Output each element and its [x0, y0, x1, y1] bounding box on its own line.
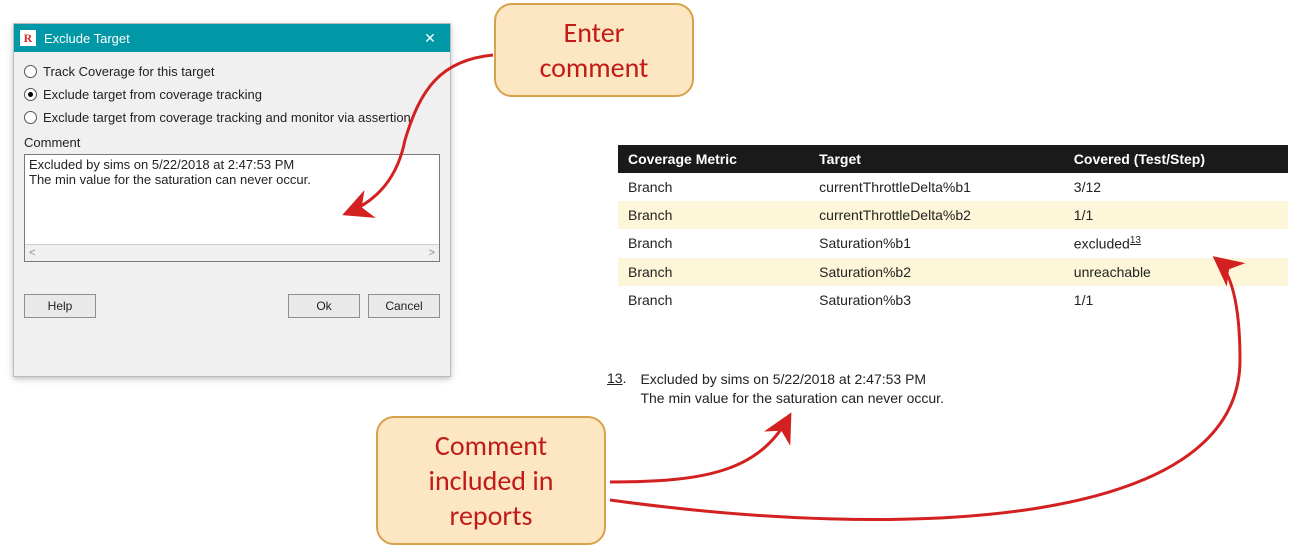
- radio-label: Exclude target from coverage tracking an…: [43, 110, 411, 125]
- cancel-button[interactable]: Cancel: [368, 294, 440, 318]
- cell-target: Saturation%b2: [809, 258, 1064, 286]
- callout-text: Comment included in reports: [429, 428, 554, 533]
- cell-metric: Branch: [618, 258, 809, 286]
- table-header-row: Coverage Metric Target Covered (Test/Ste…: [618, 145, 1288, 173]
- dialog-titlebar: R Exclude Target ✕: [14, 24, 450, 52]
- scroll-left-icon[interactable]: <: [29, 245, 35, 261]
- comment-textarea[interactable]: Excluded by sims on 5/22/2018 at 2:47:53…: [24, 154, 440, 262]
- radio-icon: [24, 65, 37, 78]
- comment-label: Comment: [24, 135, 440, 150]
- callout-enter-comment: Enter comment: [494, 3, 694, 97]
- callout-text: Enter comment: [540, 15, 649, 85]
- covered-value: excluded: [1074, 236, 1130, 252]
- table-row: Branch Saturation%b2 unreachable: [618, 258, 1288, 286]
- comment-line: Excluded by sims on 5/22/2018 at 2:47:53…: [29, 157, 435, 172]
- cell-target: currentThrottleDelta%b1: [809, 173, 1064, 201]
- coverage-report: Coverage Metric Target Covered (Test/Ste…: [618, 145, 1288, 314]
- col-covered: Covered (Test/Step): [1064, 145, 1288, 173]
- footnote-line: Excluded by sims on 5/22/2018 at 2:47:53…: [640, 370, 944, 389]
- ok-button[interactable]: Ok: [288, 294, 360, 318]
- coverage-table: Coverage Metric Target Covered (Test/Ste…: [618, 145, 1288, 314]
- radio-label: Exclude target from coverage tracking: [43, 87, 262, 102]
- radio-icon: [24, 111, 37, 124]
- footnote-text: Excluded by sims on 5/22/2018 at 2:47:53…: [640, 370, 944, 408]
- button-spacer: [104, 294, 280, 318]
- cell-covered: 1/1: [1064, 201, 1288, 229]
- radio-exclude-target[interactable]: Exclude target from coverage tracking: [24, 83, 440, 106]
- cell-covered: 1/1: [1064, 286, 1288, 314]
- help-button[interactable]: Help: [24, 294, 96, 318]
- callout-comment-in-reports: Comment included in reports: [376, 416, 606, 545]
- radio-track-coverage[interactable]: Track Coverage for this target: [24, 60, 440, 83]
- footnote-ref[interactable]: 13: [1130, 235, 1141, 246]
- comment-line: The min value for the saturation can nev…: [29, 172, 435, 187]
- close-icon[interactable]: ✕: [416, 30, 444, 47]
- table-row: Branch Saturation%b3 1/1: [618, 286, 1288, 314]
- cell-metric: Branch: [618, 173, 809, 201]
- cell-covered: unreachable: [1064, 258, 1288, 286]
- footnote-number: 13.: [607, 370, 626, 408]
- radio-icon: [24, 88, 37, 101]
- dialog-title: Exclude Target: [44, 31, 416, 46]
- arrow-included-to-footnote: [610, 415, 790, 482]
- footnote-line: The min value for the saturation can nev…: [640, 389, 944, 408]
- table-row: Branch Saturation%b1 excluded13: [618, 229, 1288, 258]
- cell-covered: 3/12: [1064, 173, 1288, 201]
- exclude-target-dialog: R Exclude Target ✕ Track Coverage for th…: [13, 23, 451, 377]
- col-coverage-metric: Coverage Metric: [618, 145, 809, 173]
- dialog-body: Track Coverage for this target Exclude t…: [14, 52, 450, 328]
- report-footnote: 13. Excluded by sims on 5/22/2018 at 2:4…: [607, 370, 1247, 408]
- col-target: Target: [809, 145, 1064, 173]
- cell-target: Saturation%b3: [809, 286, 1064, 314]
- cell-metric: Branch: [618, 229, 809, 258]
- cell-target: currentThrottleDelta%b2: [809, 201, 1064, 229]
- radio-label: Track Coverage for this target: [43, 64, 214, 79]
- dialog-button-row: Help Ok Cancel: [24, 294, 440, 318]
- scroll-right-icon[interactable]: >: [429, 245, 435, 261]
- cell-metric: Branch: [618, 286, 809, 314]
- cell-metric: Branch: [618, 201, 809, 229]
- app-logo-icon: R: [20, 30, 36, 46]
- cell-covered: excluded13: [1064, 229, 1288, 258]
- table-row: Branch currentThrottleDelta%b2 1/1: [618, 201, 1288, 229]
- horizontal-scrollbar[interactable]: < >: [25, 244, 439, 261]
- radio-exclude-and-monitor[interactable]: Exclude target from coverage tracking an…: [24, 106, 440, 129]
- table-row: Branch currentThrottleDelta%b1 3/12: [618, 173, 1288, 201]
- cell-target: Saturation%b1: [809, 229, 1064, 258]
